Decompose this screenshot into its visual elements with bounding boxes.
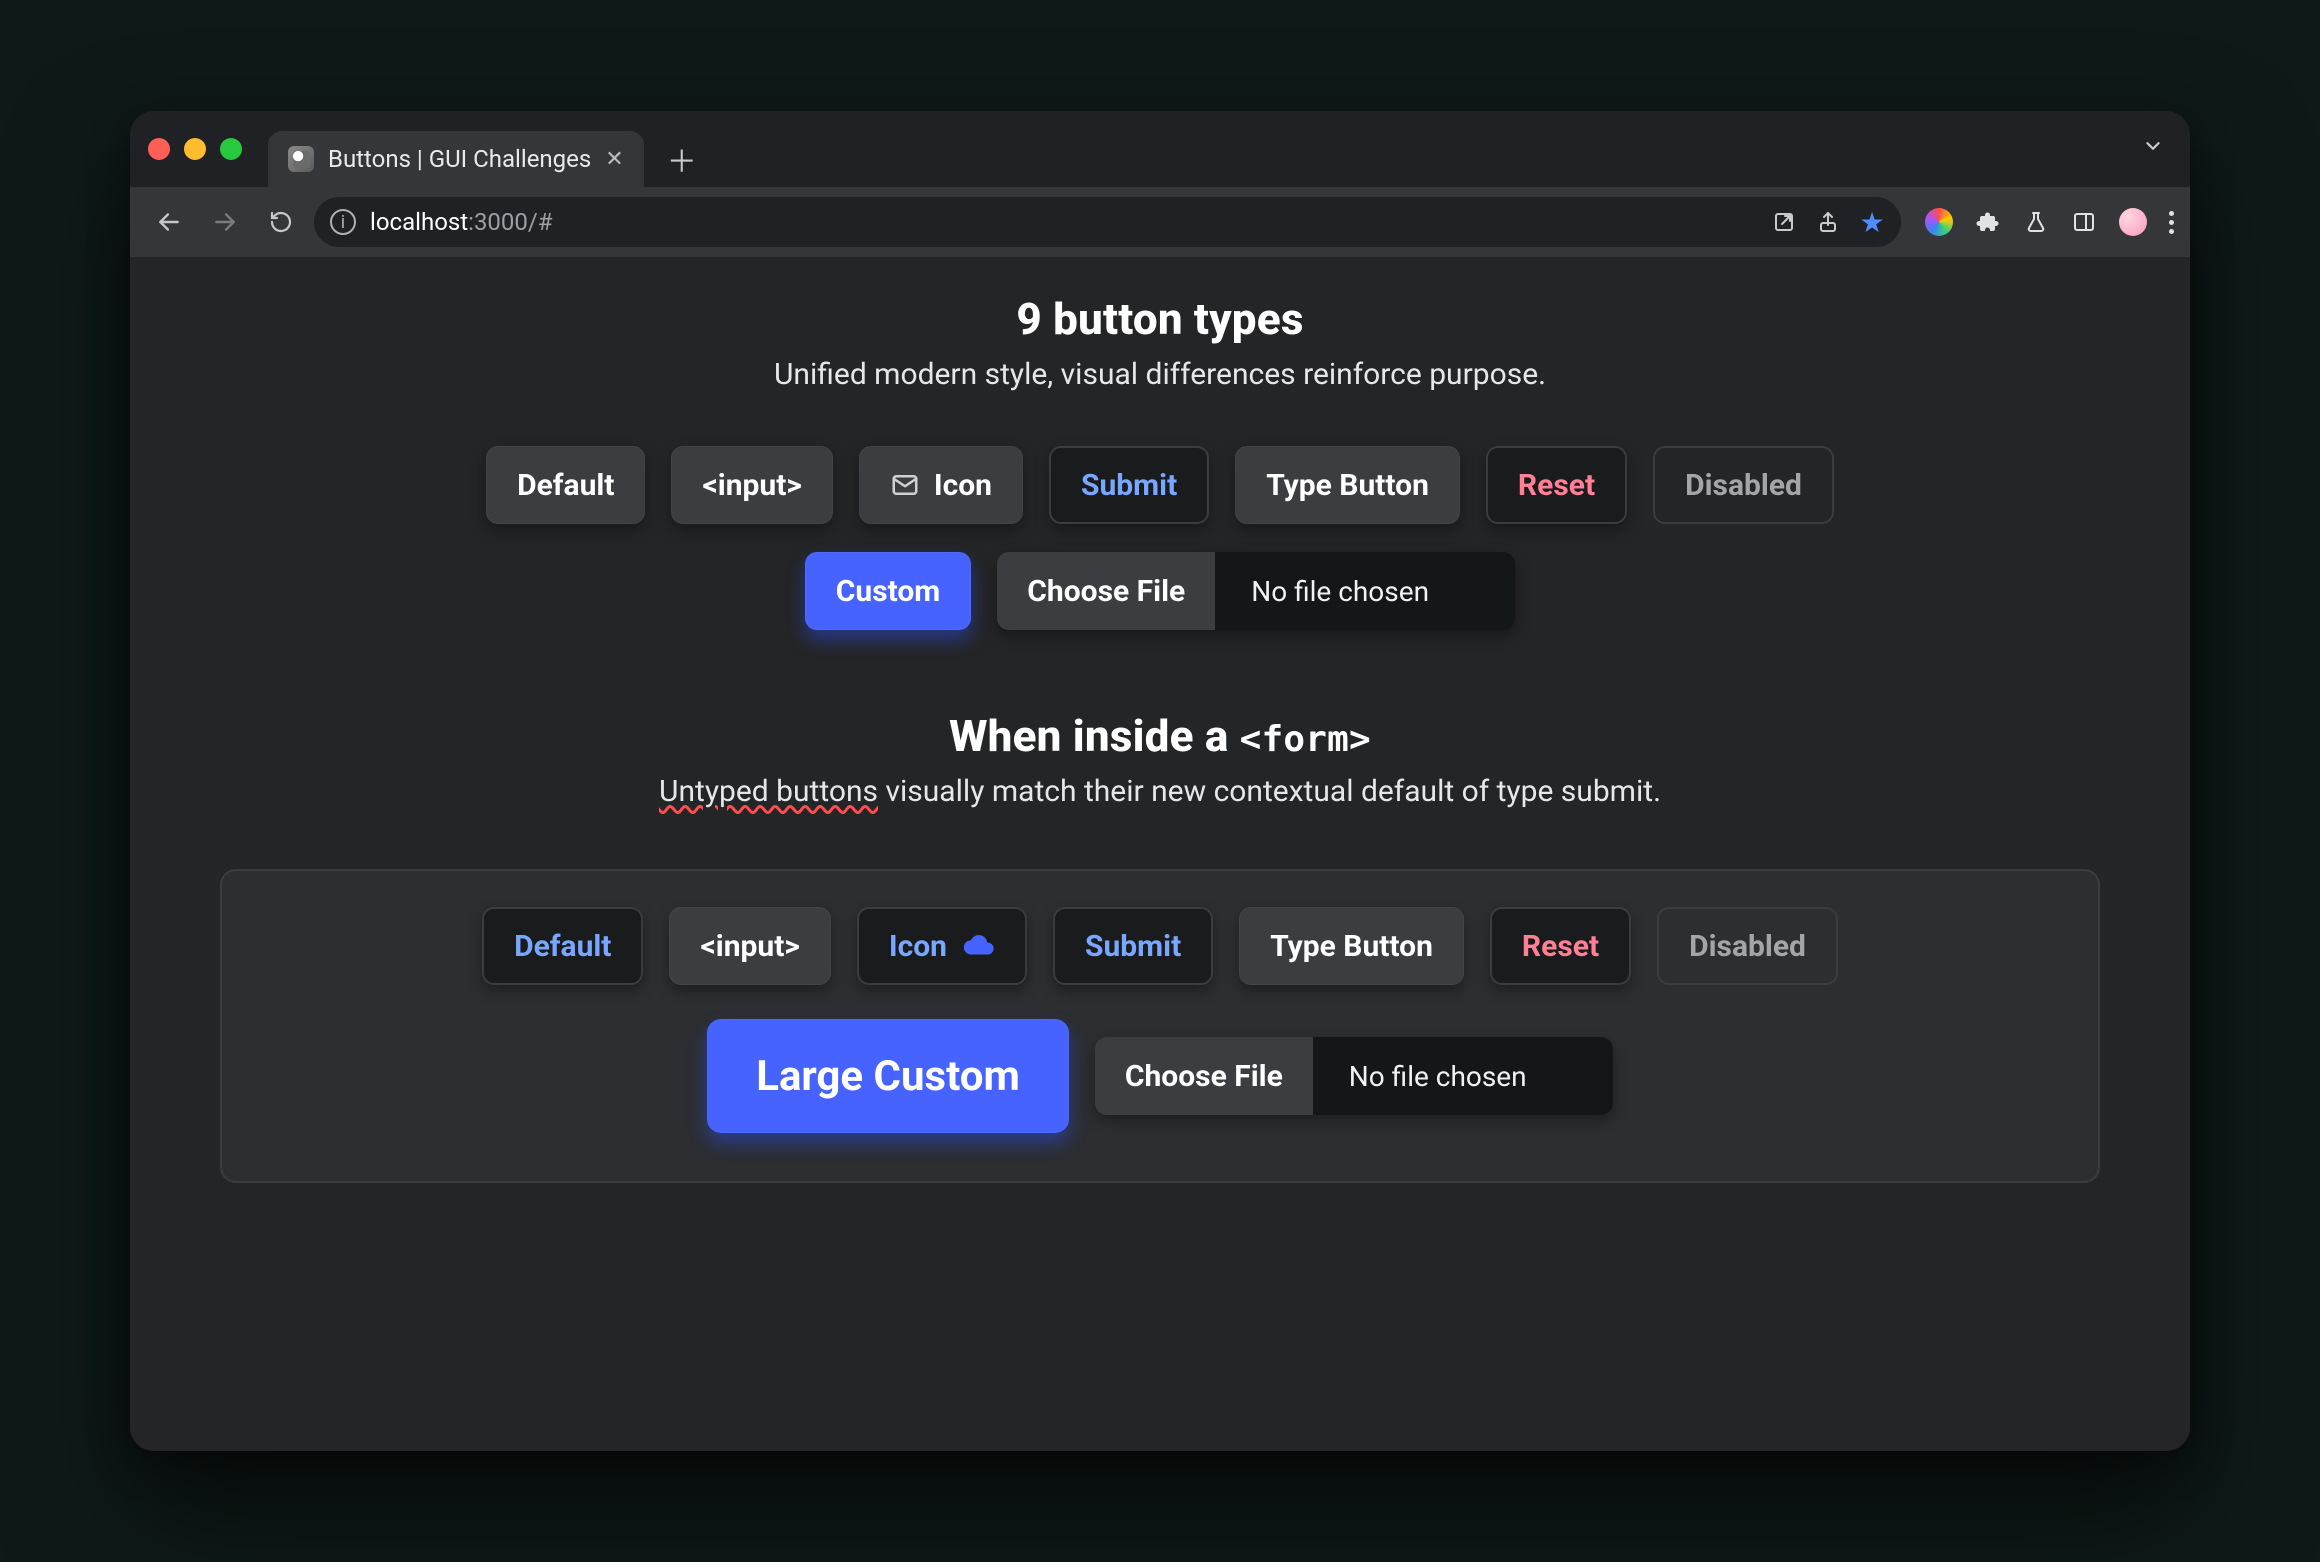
url-host: localhost [370,208,468,236]
file-status: No file chosen [1215,552,1515,630]
disabled-button: Disabled [1653,446,1834,524]
back-button[interactable] [146,199,192,245]
form-file-status: No file chosen [1313,1037,1613,1115]
form-disabled-button: Disabled [1657,907,1838,985]
form-icon-button[interactable]: Icon [857,907,1027,985]
minimize-window-button[interactable] [184,138,206,160]
toolbar-actions [1911,208,2174,236]
url-port: :3000 [468,208,528,236]
form-default-label: Default [514,929,611,964]
submit-button[interactable]: Submit [1049,446,1209,524]
address-bar[interactable]: i localhost:3000/# ★ [314,197,1901,247]
page-content: 9 button types Unified modern style, vis… [130,293,2190,1183]
section2-title: When inside a <form> [949,710,1371,762]
extensions-icon[interactable] [1975,209,2001,235]
section1-row2: Custom Choose File No file chosen [805,552,1515,630]
form-file-status-label: No file chosen [1349,1060,1527,1093]
reload-button[interactable] [258,199,304,245]
form-icon-label: Icon [889,929,947,964]
submit-button-label: Submit [1081,468,1177,503]
cloud-icon [961,929,995,963]
custom-button[interactable]: Custom [805,552,972,630]
close-window-button[interactable] [148,138,170,160]
default-button-label: Default [517,468,614,503]
reset-button[interactable]: Reset [1486,446,1627,524]
form-reset-label: Reset [1522,929,1599,964]
large-custom-button[interactable]: Large Custom [707,1019,1069,1133]
sidepanel-icon[interactable] [2071,209,2097,235]
section2-title-prefix: When inside a [949,710,1240,762]
overflow-menu-icon[interactable] [2169,211,2174,234]
tab-strip: Buttons | GUI Challenges ✕ ＋ [130,111,2190,187]
extension-colorwheel-icon[interactable] [1925,208,1953,236]
section2-subtitle-underlined: Untyped buttons [659,774,878,809]
choose-file-button[interactable]: Choose File [997,552,1215,630]
section1-title: 9 button types [1016,293,1303,345]
share-icon[interactable] [1815,209,1841,235]
form-submit-label: Submit [1085,929,1181,964]
section2-row2: Large Custom Choose File No file chosen [707,1019,1613,1133]
type-button-label: Type Button [1266,468,1429,503]
input-button[interactable]: <input> [671,446,832,524]
maximize-window-button[interactable] [220,138,242,160]
form-choose-file-button[interactable]: Choose File [1095,1037,1313,1115]
site-info-icon[interactable]: i [330,209,356,235]
file-status-label: No file chosen [1251,575,1429,608]
tab-overflow-icon[interactable] [2142,134,2164,164]
new-tab-button[interactable]: ＋ [660,137,704,181]
section2-title-code: <form> [1240,719,1371,760]
form-submit-button[interactable]: Submit [1053,907,1213,985]
tab-favicon-icon [288,146,314,172]
form-disabled-label: Disabled [1689,929,1806,964]
window-controls [148,111,260,187]
section1-row1: Default <input> Icon Submit Type Button … [486,446,1834,524]
form-type-button[interactable]: Type Button [1239,907,1464,985]
file-input[interactable]: Choose File No file chosen [997,552,1515,630]
browser-window: Buttons | GUI Challenges ✕ ＋ [130,111,2190,1451]
form-default-button[interactable]: Default [482,907,643,985]
page-viewport[interactable]: 9 button types Unified modern style, vis… [130,257,2190,1451]
icon-button-label: Icon [934,468,992,503]
reset-button-label: Reset [1518,468,1595,503]
section2-subtitle-rest: visually match their new contextual defa… [878,774,1661,809]
browser-tab[interactable]: Buttons | GUI Challenges ✕ [268,131,644,187]
section1-subtitle: Unified modern style, visual differences… [774,357,1546,392]
section2-row1: Default <input> Icon Submit Type Button … [482,907,1838,985]
form-input-label: <input> [700,929,799,964]
browser-toolbar: i localhost:3000/# ★ [130,187,2190,257]
url-path: /# [528,208,553,236]
envelope-icon [890,470,920,500]
disabled-button-label: Disabled [1685,468,1802,503]
form-type-button-label: Type Button [1270,929,1433,964]
url-text: localhost:3000/# [370,208,553,236]
form-reset-button[interactable]: Reset [1490,907,1631,985]
form-choose-file-label: Choose File [1125,1059,1283,1094]
experiments-icon[interactable] [2023,209,2049,235]
form-card: Default <input> Icon Submit Type Button … [220,869,2100,1183]
custom-button-label: Custom [836,574,941,609]
large-custom-label: Large Custom [756,1052,1020,1101]
open-external-icon[interactable] [1771,209,1797,235]
form-file-input[interactable]: Choose File No file chosen [1095,1037,1613,1115]
choose-file-label: Choose File [1027,574,1185,609]
profile-avatar-icon[interactable] [2119,208,2147,236]
tab-title: Buttons | GUI Challenges [328,145,591,173]
type-button[interactable]: Type Button [1235,446,1460,524]
input-button-label: <input> [702,468,801,503]
form-input-button[interactable]: <input> [669,907,830,985]
forward-button[interactable] [202,199,248,245]
close-tab-icon[interactable]: ✕ [605,147,623,172]
icon-button[interactable]: Icon [859,446,1023,524]
section2-subtitle: Untyped buttons visually match their new… [659,774,1661,809]
default-button[interactable]: Default [486,446,645,524]
bookmark-star-icon[interactable]: ★ [1859,209,1885,235]
